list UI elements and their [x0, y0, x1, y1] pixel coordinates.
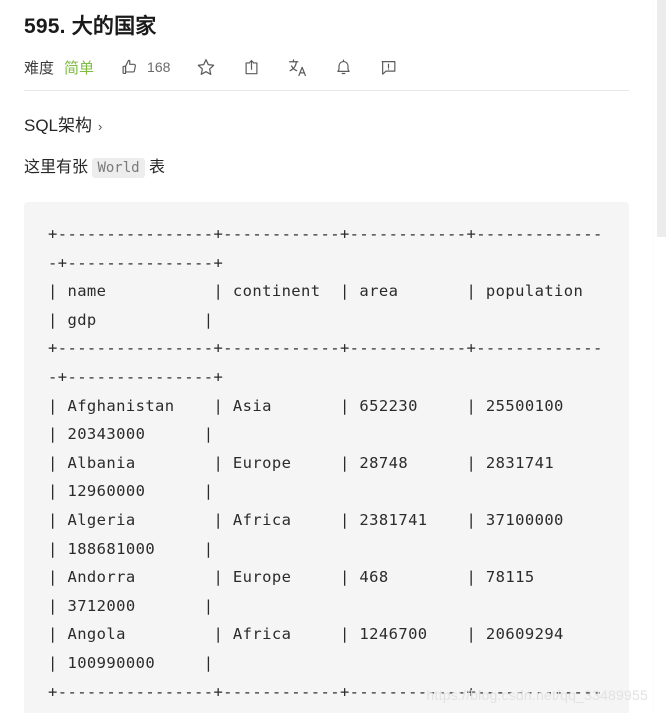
sql-schema-link[interactable]: SQL架构 › [24, 111, 102, 136]
thumbs-up-icon [120, 58, 139, 77]
header-divider [24, 90, 629, 91]
page-scrollbar-thumb[interactable] [657, 0, 666, 237]
scroll-viewport: 595. 大的国家 难度 简单 168 SQL架构 › 这里有张 World 表… [0, 0, 653, 713]
chevron-right-icon: › [98, 119, 103, 134]
description-prefix: 这里有张 [24, 159, 93, 176]
inline-code-table-name: World [92, 158, 145, 178]
translate-button[interactable] [287, 57, 308, 78]
difficulty-label: 难度 [24, 59, 55, 77]
feedback-button[interactable] [379, 58, 398, 77]
problem-meta-toolbar: 难度 简单 168 [24, 48, 629, 86]
sql-schema-label: SQL架构 [24, 116, 93, 135]
description-suffix: 表 [144, 159, 166, 176]
bell-icon [334, 58, 353, 77]
ascii-table: +----------------+------------+---------… [48, 225, 603, 713]
favorite-button[interactable] [196, 57, 216, 77]
description-text: 这里有张 World 表 [24, 156, 629, 180]
star-icon [196, 57, 216, 77]
translate-icon [287, 57, 308, 78]
difficulty-value: 简单 [64, 59, 95, 77]
share-button[interactable] [242, 58, 261, 77]
code-block: +----------------+------------+---------… [24, 202, 629, 713]
page-root: 595. 大的国家 难度 简单 168 SQL架构 › 这里有张 World 表… [0, 0, 670, 713]
page-title: 595. 大的国家 [24, 15, 157, 38]
problem-content: 595. 大的国家 难度 简单 168 SQL架构 › 这里有张 World 表… [0, 0, 653, 713]
notification-button[interactable] [334, 58, 353, 77]
page-scrollbar[interactable] [653, 0, 670, 713]
like-button[interactable]: 168 [120, 58, 170, 77]
comment-alert-icon [379, 58, 398, 77]
like-count: 168 [147, 59, 171, 75]
share-icon [242, 58, 261, 77]
